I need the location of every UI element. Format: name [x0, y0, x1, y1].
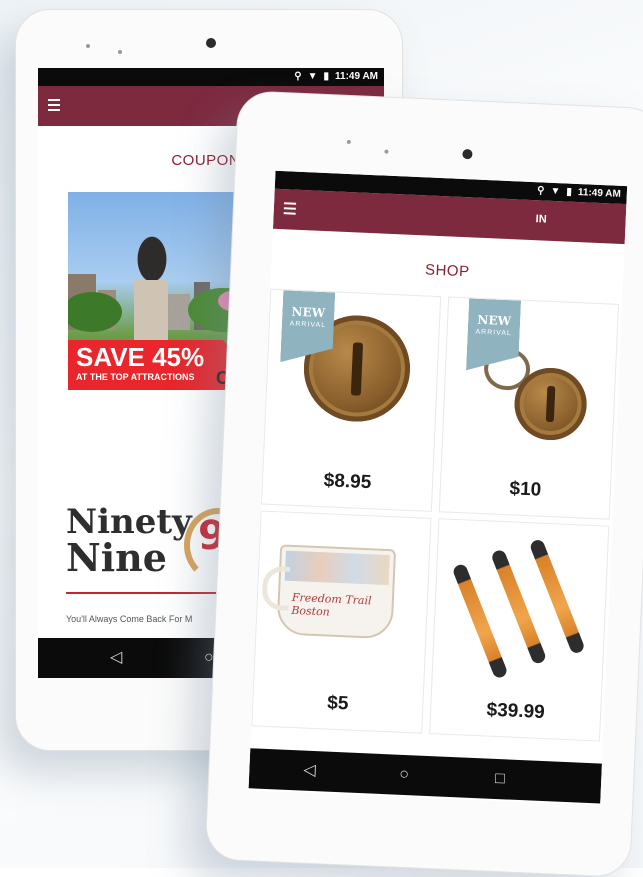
marketing-stage: ⚲ ▼ ▮ 11:49 AM COUPONS SAVE 45% AT THE T… [0, 0, 643, 877]
battery-icon: ▮ [323, 71, 330, 82]
product-price: $39.99 [486, 699, 546, 724]
product-grid: NEW ARRIVAL $8.95 NEW ARRIVAL $10 Freedo… [251, 288, 622, 748]
page-title: SHOP [424, 261, 470, 281]
front-camera [206, 38, 216, 48]
hamburger-menu-icon[interactable] [48, 99, 60, 111]
back-triangle-icon[interactable]: ◁ [303, 762, 316, 781]
battery-icon: ▮ [566, 186, 573, 198]
wifi-icon: ▼ [550, 185, 561, 198]
sensor-dot [118, 50, 122, 54]
location-icon: ⚲ [536, 185, 545, 197]
mug-handle [261, 565, 291, 611]
sensor-dot [384, 149, 389, 154]
logo-word-nine: Nine [66, 535, 167, 580]
product-card[interactable]: Freedom Trail Boston $5 [251, 510, 432, 734]
front-camera [462, 148, 473, 160]
home-circle-icon[interactable]: ○ [399, 766, 409, 784]
logo-tagline: You'll Always Come Back For M [66, 614, 193, 624]
hamburger-menu-icon[interactable] [283, 202, 297, 215]
keychain-medallion-image [513, 366, 589, 442]
back-triangle-icon[interactable]: ◁ [110, 649, 122, 667]
save-headline: SAVE 45% [76, 342, 205, 372]
front-phone: ⚲ ▼ ▮ 11:49 AM IN SHOP NEW ARRIVAL $8.95… [205, 91, 643, 877]
home-circle-icon[interactable]: ○ [204, 649, 214, 667]
recents-square-icon[interactable]: □ [495, 770, 505, 788]
product-card[interactable]: NEW ARRIVAL $10 [438, 296, 620, 520]
statue-pedestal [134, 280, 168, 342]
speaker-dot [346, 139, 351, 145]
product-card[interactable]: $39.99 [429, 518, 610, 742]
appbar-partial-text: IN [535, 213, 547, 226]
save-subline: AT THE TOP ATTRACTIONS [76, 372, 195, 382]
wifi-icon: ▼ [307, 71, 318, 82]
mug-script-text: Freedom Trail Boston [291, 590, 372, 619]
clock-time: 11:49 AM [577, 187, 622, 200]
product-price: $5 [326, 692, 349, 715]
android-nav-bar: ◁ ○ □ [248, 748, 602, 804]
product-price: $8.95 [323, 470, 372, 494]
building [166, 294, 190, 330]
equestrian-statue [132, 228, 172, 280]
status-bar: ⚲ ▼ ▮ 11:49 AM [38, 68, 384, 86]
clock-time: 11:49 AM [335, 71, 378, 82]
mug-image: Freedom Trail Boston [261, 544, 397, 640]
product-price: $10 [509, 478, 542, 501]
product-card[interactable]: NEW ARRIVAL $8.95 [260, 288, 442, 512]
speaker-dot [86, 44, 90, 48]
location-icon: ⚲ [294, 71, 302, 82]
front-screen: ⚲ ▼ ▮ 11:49 AM IN SHOP NEW ARRIVAL $8.95… [248, 170, 628, 806]
